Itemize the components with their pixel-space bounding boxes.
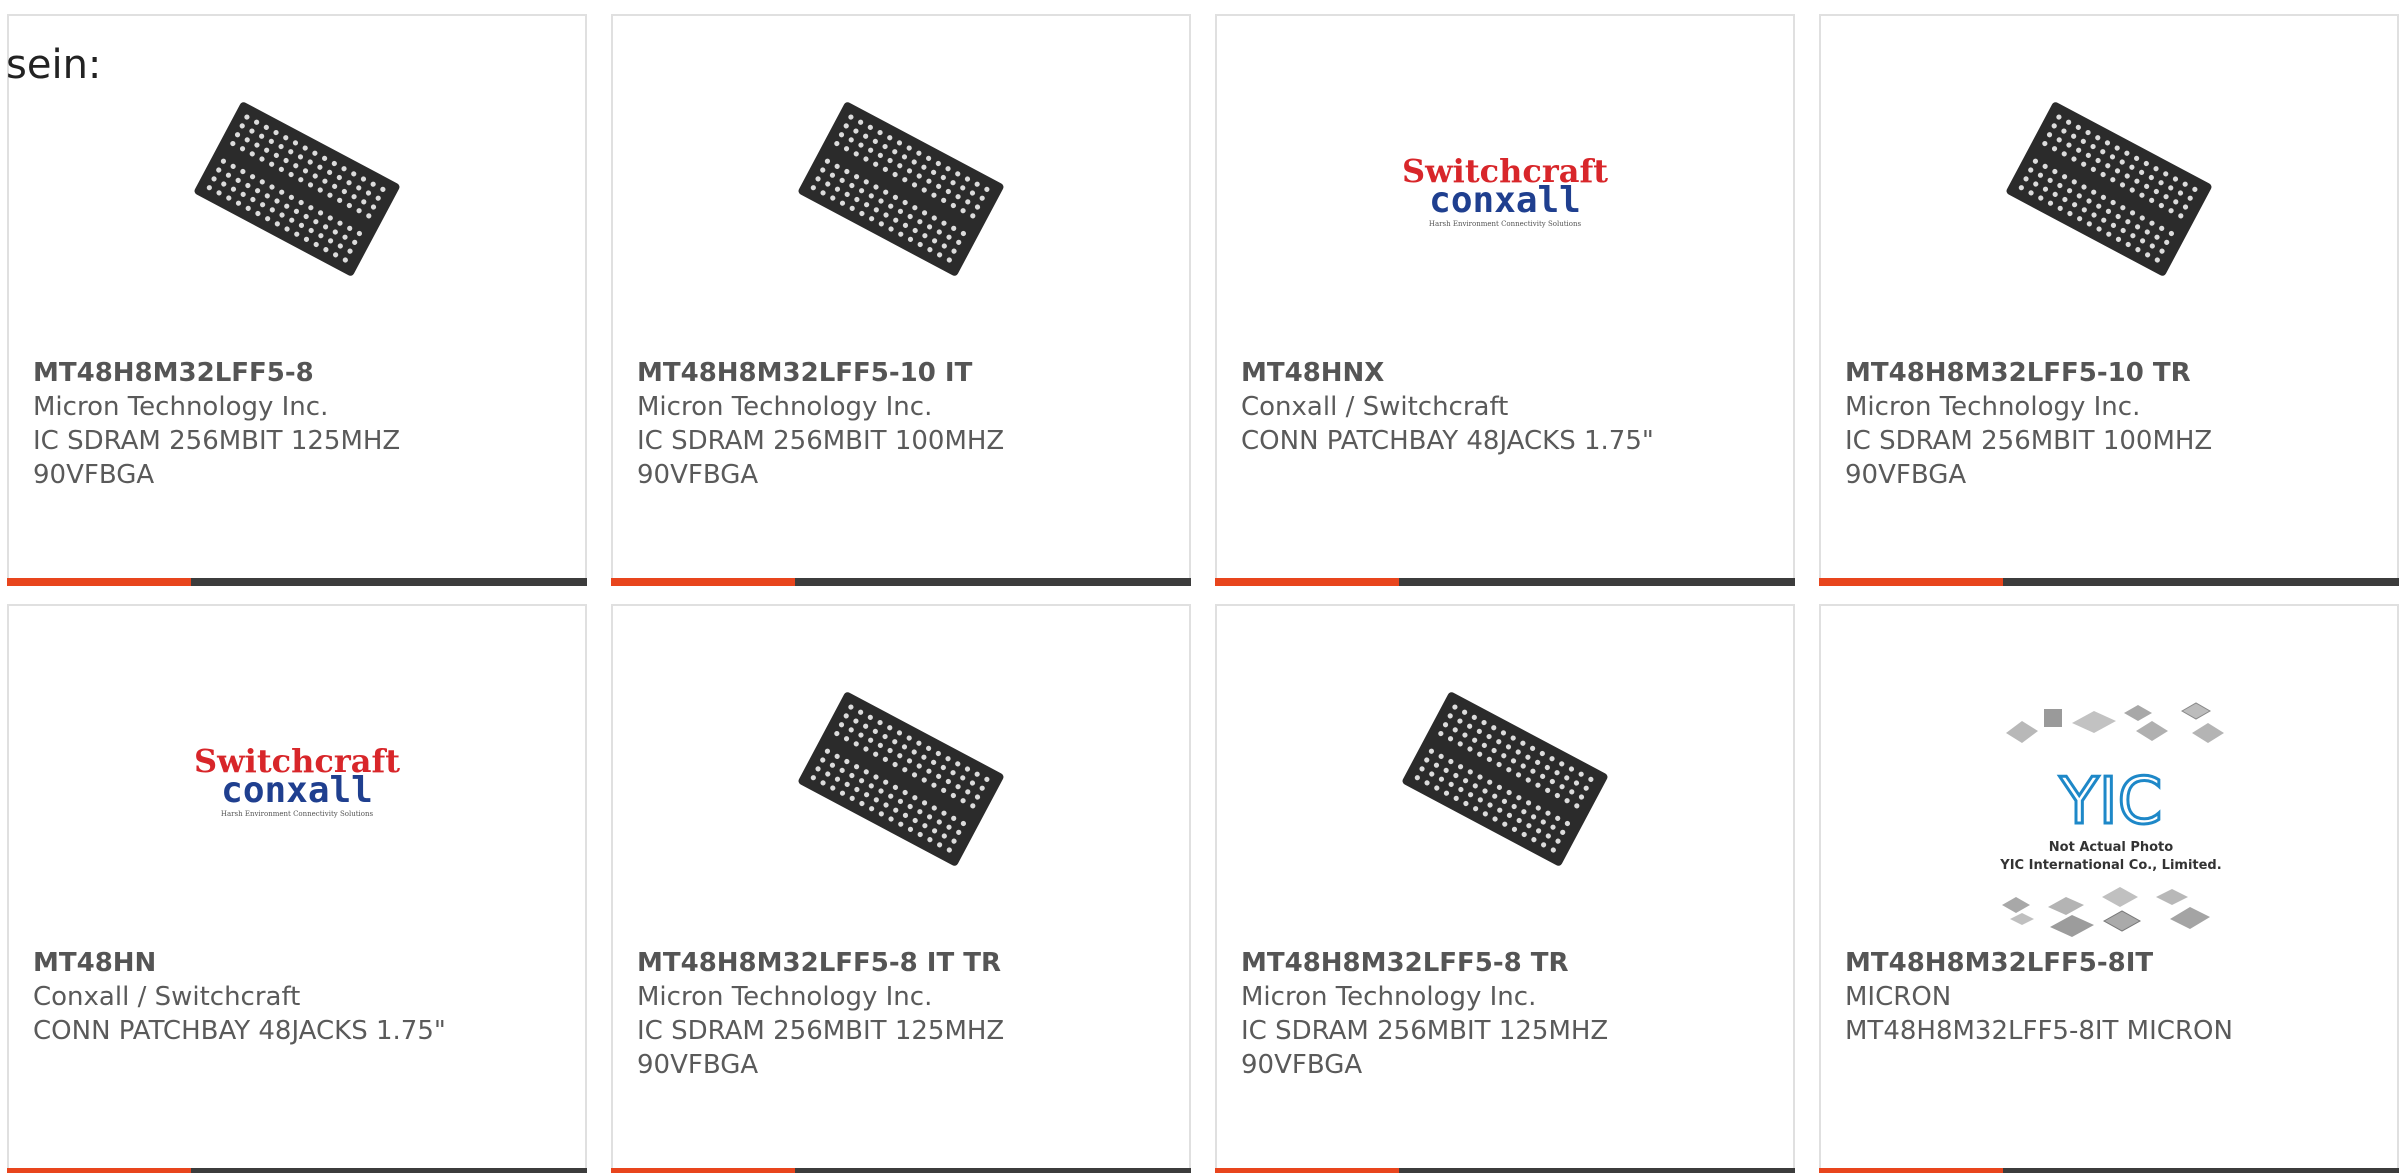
product-card[interactable]: MT48H8M32LFF5-8 IT TR Micron Technology … <box>611 604 1191 1173</box>
svg-text:YIC: YIC <box>2059 765 2163 839</box>
product-maker: Micron Technology Inc. <box>1845 392 2141 422</box>
product-info: MT48H8M32LFF5-8 IT TR Micron Technology … <box>637 946 1173 1082</box>
card-footer-bar <box>1819 578 2399 586</box>
svg-text:YIC International Co., Limited: YIC International Co., Limited. <box>1999 858 2221 873</box>
card-accent-bar <box>1215 1168 1399 1173</box>
bga-chip-icon[interactable] <box>2006 86 2212 292</box>
page: MT48H8M32LFF5-8 Micron Technology Inc. I… <box>0 0 2400 1173</box>
product-description: IC SDRAM 256MBIT 100MHZ <box>1845 426 2213 456</box>
card-footer-bar <box>1819 1168 2399 1173</box>
product-description: MT48H8M32LFF5-8IT MICRON <box>1845 1016 2233 1046</box>
product-info: MT48H8M32LFF5-8 TR Micron Technology Inc… <box>1241 946 1777 1082</box>
product-package: 90VFBGA <box>637 1050 759 1080</box>
product-description: IC SDRAM 256MBIT 125MHZ <box>33 426 401 456</box>
product-title[interactable]: MT48H8M32LFF5-8 IT TR <box>637 946 1173 980</box>
product-card[interactable]: MT48H8M32LFF5-10 TR Micron Technology In… <box>1819 14 2399 586</box>
bga-chip-icon[interactable] <box>194 86 400 292</box>
product-description: CONN PATCHBAY 48JACKS 1.75" <box>1241 426 1654 456</box>
bga-chip-icon[interactable] <box>1402 676 1608 882</box>
product-package: 90VFBGA <box>33 460 155 490</box>
product-info: MT48H8M32LFF5-10 IT Micron Technology In… <box>637 356 1173 492</box>
card-footer-bar <box>611 1168 1191 1173</box>
product-info: MT48HNX Conxall / Switchcraft CONN PATCH… <box>1241 356 1777 458</box>
product-info: MT48HN Conxall / Switchcraft CONN PATCHB… <box>33 946 569 1048</box>
switchcraft-conxall-logo[interactable]: Switchcraft conxall Harsh Environment Co… <box>1402 86 1608 292</box>
product-title[interactable]: MT48H8M32LFF5-8 <box>33 356 569 390</box>
product-title[interactable]: MT48H8M32LFF5-8 TR <box>1241 946 1777 980</box>
product-maker: Micron Technology Inc. <box>637 392 933 422</box>
product-maker: MICRON <box>1845 982 1952 1012</box>
product-card[interactable]: YIC Not Actual Photo YIC International C… <box>1819 604 2399 1173</box>
product-title[interactable]: MT48H8M32LFF5-10 TR <box>1845 356 2381 390</box>
product-card[interactable]: MT48H8M32LFF5-8 TR Micron Technology Inc… <box>1215 604 1795 1173</box>
product-grid: MT48H8M32LFF5-8 Micron Technology Inc. I… <box>7 14 2399 1173</box>
product-maker: Micron Technology Inc. <box>637 982 933 1012</box>
product-info: MT48H8M32LFF5-8IT MICRON MT48H8M32LFF5-8… <box>1845 946 2381 1048</box>
bga-chip-icon[interactable] <box>798 676 1004 882</box>
product-description: IC SDRAM 256MBIT 100MHZ <box>637 426 1005 456</box>
intro-text: sein: <box>6 42 102 88</box>
card-footer-bar <box>7 1168 587 1173</box>
product-title[interactable]: MT48H8M32LFF5-8IT <box>1845 946 2381 980</box>
product-info: MT48H8M32LFF5-8 Micron Technology Inc. I… <box>33 356 569 492</box>
product-title[interactable]: MT48H8M32LFF5-10 IT <box>637 356 1173 390</box>
card-footer-bar <box>1215 1168 1795 1173</box>
card-accent-bar <box>611 578 795 586</box>
product-description: IC SDRAM 256MBIT 125MHZ <box>1241 1016 1609 1046</box>
card-accent-bar <box>7 578 191 586</box>
svg-text:Not Actual Photo: Not Actual Photo <box>2049 840 2173 855</box>
card-footer-bar <box>7 578 587 586</box>
product-package: 90VFBGA <box>1845 460 1967 490</box>
svg-text:Harsh Environment Connectivity: Harsh Environment Connectivity Solutions <box>221 810 374 818</box>
product-card[interactable]: Switchcraft conxall Harsh Environment Co… <box>7 604 587 1173</box>
product-package: 90VFBGA <box>637 460 759 490</box>
svg-text:conxall: conxall <box>221 770 373 811</box>
card-accent-bar <box>611 1168 795 1173</box>
product-card[interactable]: MT48H8M32LFF5-10 IT Micron Technology In… <box>611 14 1191 586</box>
card-accent-bar <box>1819 1168 2003 1173</box>
product-card[interactable]: Switchcraft conxall Harsh Environment Co… <box>1215 14 1795 586</box>
product-description: CONN PATCHBAY 48JACKS 1.75" <box>33 1016 446 1046</box>
product-title[interactable]: MT48HNX <box>1241 356 1777 390</box>
svg-text:conxall: conxall <box>1429 180 1581 221</box>
product-maker: Micron Technology Inc. <box>1241 982 1537 1012</box>
card-footer-bar <box>1215 578 1795 586</box>
product-package: 90VFBGA <box>1241 1050 1363 1080</box>
bga-chip-icon[interactable] <box>798 86 1004 292</box>
product-maker: Micron Technology Inc. <box>33 392 329 422</box>
product-description: IC SDRAM 256MBIT 125MHZ <box>637 1016 1005 1046</box>
product-title[interactable]: MT48HN <box>33 946 569 980</box>
switchcraft-conxall-logo[interactable]: Switchcraft conxall Harsh Environment Co… <box>194 676 400 882</box>
product-maker: Conxall / Switchcraft <box>33 982 301 1012</box>
card-accent-bar <box>7 1168 191 1173</box>
product-card[interactable]: MT48H8M32LFF5-8 Micron Technology Inc. I… <box>7 14 587 586</box>
product-info: MT48H8M32LFF5-10 TR Micron Technology In… <box>1845 356 2381 492</box>
svg-text:Harsh Environment Connectivity: Harsh Environment Connectivity Solutions <box>1429 220 1582 228</box>
card-footer-bar <box>611 578 1191 586</box>
product-maker: Conxall / Switchcraft <box>1241 392 1509 422</box>
card-accent-bar <box>1819 578 2003 586</box>
yic-placeholder-image[interactable]: YIC Not Actual Photo YIC International C… <box>1986 691 2236 941</box>
card-accent-bar <box>1215 578 1399 586</box>
